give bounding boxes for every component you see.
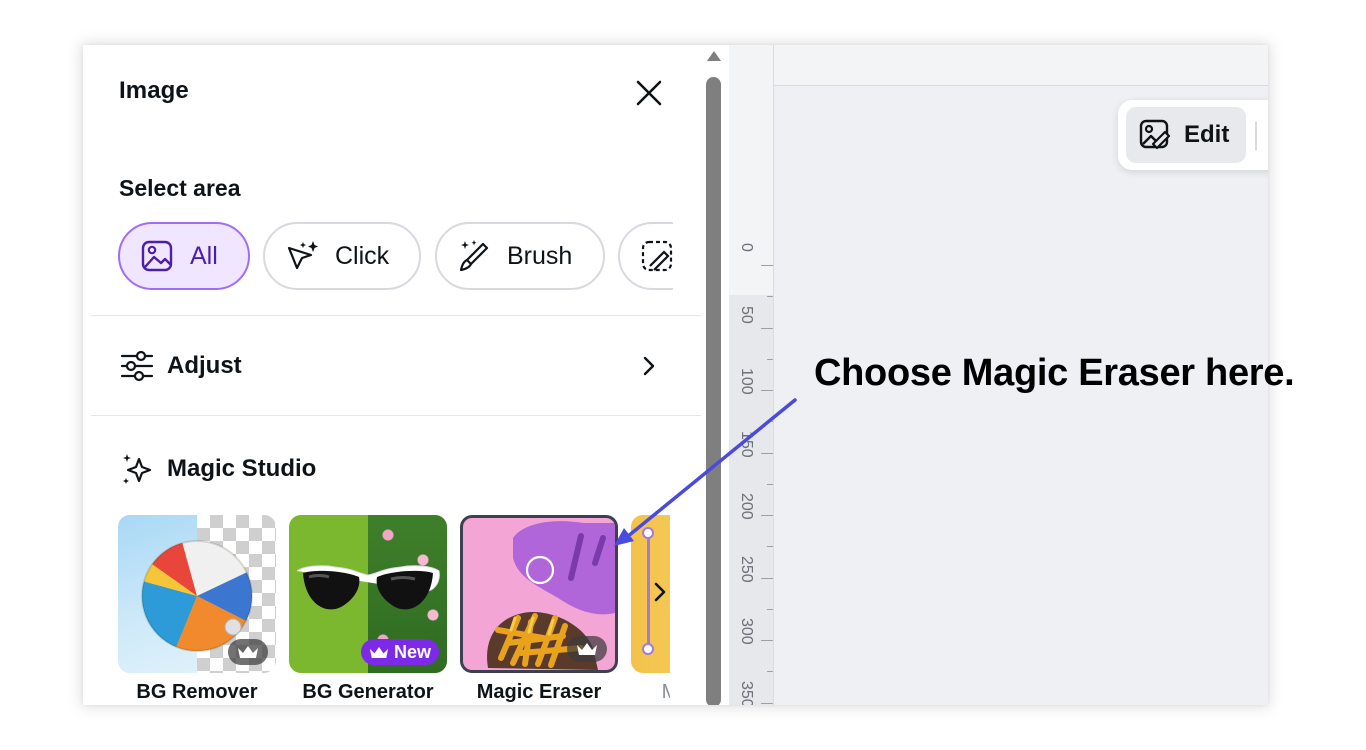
ruler-tick bbox=[761, 577, 773, 579]
ruler-label: 50 bbox=[738, 305, 755, 324]
adjust-row[interactable]: Adjust bbox=[119, 344, 659, 388]
sparkle-cursor-icon bbox=[287, 241, 318, 270]
tool-magic-partial[interactable]: M bbox=[631, 515, 670, 703]
panel-scrollbar[interactable] bbox=[701, 45, 729, 705]
top-ruler bbox=[729, 45, 1268, 86]
tool-magic-eraser[interactable]: Magic Eraser bbox=[460, 515, 618, 703]
magic-studio-header: Magic Studio bbox=[119, 447, 316, 491]
magic-eraser-thumbnail bbox=[460, 515, 618, 673]
ruler-tick bbox=[761, 390, 773, 391]
chip-label: Brush bbox=[507, 241, 573, 270]
ruler-label: 350 bbox=[738, 680, 755, 706]
image-icon bbox=[141, 240, 173, 272]
panel-title: Image bbox=[119, 77, 189, 104]
crown-icon bbox=[369, 646, 389, 658]
chip-label: All bbox=[190, 241, 218, 270]
chip-brush[interactable]: Brush bbox=[435, 222, 605, 290]
sparkles-icon bbox=[123, 454, 152, 484]
ruler-tick bbox=[767, 296, 773, 298]
partial-tool-thumbnail bbox=[631, 515, 670, 673]
annotation-text: Choose Magic Eraser here. bbox=[814, 352, 1295, 394]
bg-generator-thumbnail: New bbox=[289, 515, 447, 673]
ruler-tick bbox=[767, 421, 773, 423]
premium-badge bbox=[228, 639, 268, 665]
ruler-label: 0 bbox=[738, 243, 755, 252]
ruler-tick bbox=[767, 608, 773, 610]
magic-studio-label: Magic Studio bbox=[167, 455, 317, 482]
ruler-tick bbox=[767, 671, 773, 673]
ruler-label: 300 bbox=[738, 618, 755, 645]
ruler-tick bbox=[767, 483, 773, 485]
ruler-tick bbox=[761, 515, 773, 516]
tool-name: BG Remover bbox=[136, 681, 258, 703]
bg-remover-thumbnail bbox=[118, 515, 276, 673]
beach-ball-image bbox=[141, 540, 253, 652]
chevron-right-icon bbox=[654, 582, 666, 602]
ruler-label: 150 bbox=[738, 430, 755, 458]
crown-icon bbox=[577, 643, 597, 655]
sliders-icon bbox=[120, 350, 154, 382]
magic-studio-tools: BG Remover New BG Generator Magic Eraser… bbox=[118, 515, 670, 705]
ruler-label: 100 bbox=[738, 368, 755, 395]
ruler-label: 250 bbox=[738, 555, 755, 583]
premium-badge bbox=[567, 636, 607, 662]
ruler-tick bbox=[761, 640, 773, 641]
chip-all[interactable]: All bbox=[118, 222, 250, 290]
crown-icon bbox=[238, 646, 258, 658]
tool-name: BG Generator bbox=[302, 681, 434, 703]
new-badge: New bbox=[360, 639, 439, 665]
sunglasses-image bbox=[296, 565, 440, 610]
divider bbox=[91, 415, 701, 416]
tool-bg-remover[interactable]: BG Remover bbox=[118, 515, 276, 703]
adjust-label: Adjust bbox=[167, 352, 242, 379]
tool-name: M bbox=[661, 681, 670, 703]
ruler-tick bbox=[761, 702, 773, 704]
floating-toolbar: Edit bbox=[1118, 100, 1268, 170]
toolbar-separator bbox=[1255, 122, 1257, 150]
left-ruler: 0 50 100 150 200 250 300 350 bbox=[729, 85, 774, 705]
tool-bg-generator[interactable]: New BG Generator bbox=[289, 515, 447, 703]
ruler-tick bbox=[761, 452, 773, 454]
image-edit-icon bbox=[1139, 119, 1171, 150]
chip-more[interactable] bbox=[618, 222, 673, 290]
divider bbox=[91, 315, 701, 316]
new-badge-label: New bbox=[393, 641, 431, 662]
image-edit-icon bbox=[641, 240, 673, 272]
scroll-thumb[interactable] bbox=[706, 77, 721, 705]
chevron-right-icon bbox=[643, 356, 655, 376]
chip-click[interactable]: Click bbox=[263, 222, 421, 290]
ruler-tick bbox=[767, 358, 773, 360]
select-area-chips: All Click Brush bbox=[118, 222, 673, 294]
magic-brush-icon bbox=[459, 240, 489, 272]
ruler-tick bbox=[767, 546, 773, 548]
close-button[interactable] bbox=[631, 75, 667, 111]
edit-label: Edit bbox=[1184, 121, 1230, 148]
ruler-tick bbox=[761, 265, 773, 266]
scroll-up-arrow-icon[interactable] bbox=[705, 49, 723, 63]
image-edit-panel: Image Select area All Click Brush Adjust… bbox=[83, 45, 701, 705]
ruler-label: 200 bbox=[738, 493, 755, 520]
select-area-label: Select area bbox=[119, 175, 241, 201]
close-icon bbox=[636, 80, 662, 106]
chip-label: Click bbox=[335, 241, 390, 270]
edit-button[interactable]: Edit bbox=[1126, 107, 1246, 163]
ruler-tick bbox=[761, 327, 773, 329]
ruler-corner bbox=[729, 45, 774, 85]
